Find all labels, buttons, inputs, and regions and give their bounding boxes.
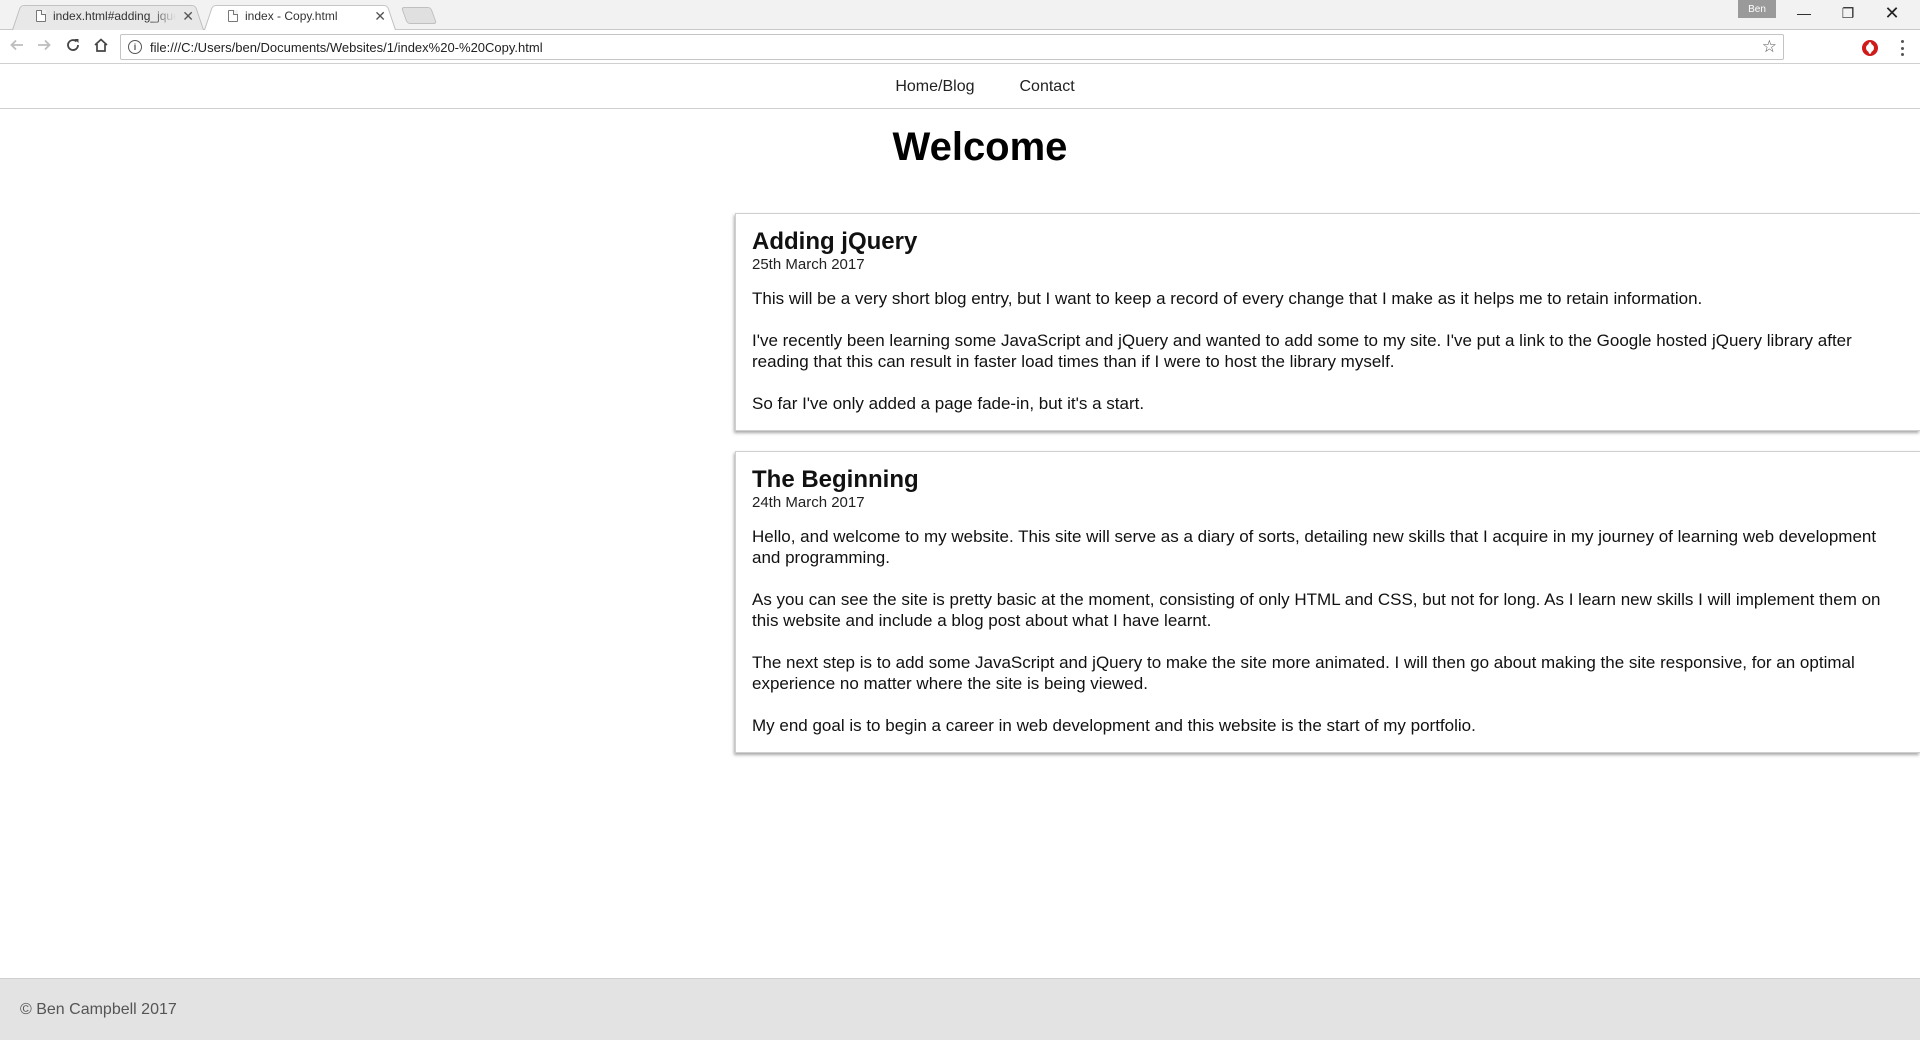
site-navigation: Home/Blog Contact [0, 65, 1920, 109]
forward-button[interactable] [32, 35, 56, 59]
close-window-button[interactable]: ✕ [1870, 0, 1914, 26]
tab-strip: index.html#adding_jquery ✕ index - Copy.… [0, 0, 1920, 30]
tab-index-adding-jquery[interactable]: index.html#adding_jquery ✕ [12, 2, 204, 30]
blog-post: Adding jQuery 25th March 2017 This will … [735, 213, 1920, 431]
back-button[interactable] [5, 35, 29, 59]
copyright-text: © Ben Campbell 2017 [20, 1000, 177, 1018]
post-paragraph: Hello, and welcome to my website. This s… [752, 527, 1877, 567]
post-title: The Beginning [752, 466, 919, 493]
post-date: 25th March 2017 [752, 256, 865, 273]
info-icon[interactable]: i [128, 40, 142, 54]
star-icon[interactable]: ☆ [1762, 37, 1777, 57]
site-footer: © Ben Campbell 2017 [0, 978, 1920, 1040]
page-icon [228, 10, 238, 22]
opera-icon[interactable] [1862, 40, 1878, 56]
post-paragraph: So far I've only added a page fade-in, b… [752, 394, 1145, 413]
tab-index-copy[interactable]: index - Copy.html ✕ [204, 2, 396, 30]
nav-link-contact[interactable]: Contact [1020, 78, 1075, 96]
post-paragraph: As you can see the site is pretty basic … [752, 590, 1881, 630]
reload-button[interactable] [61, 35, 85, 59]
minimize-button[interactable]: — [1782, 0, 1826, 26]
browser-window: index.html#adding_jquery ✕ index - Copy.… [0, 0, 1920, 1040]
page-heading-container: Welcome [0, 125, 1920, 170]
page-viewport: Home/Blog Contact Welcome Adding jQuery … [0, 65, 1920, 1040]
post-title: Adding jQuery [752, 228, 918, 255]
tab-close-icon[interactable]: ✕ [182, 9, 194, 23]
blog-posts: Adding jQuery 25th March 2017 This will … [735, 213, 1920, 773]
tab-title: index - Copy.html [245, 9, 338, 23]
nav-link-home-blog[interactable]: Home/Blog [895, 78, 974, 96]
blog-post: The Beginning 24th March 2017 Hello, and… [735, 451, 1920, 753]
post-paragraph: I've recently been learning some JavaScr… [752, 331, 1852, 371]
menu-dots-icon[interactable] [1896, 38, 1908, 58]
post-paragraph: This will be a very short blog entry, bu… [752, 289, 1703, 308]
reload-icon [65, 37, 81, 58]
home-button[interactable] [89, 35, 113, 59]
arrow-left-icon [9, 37, 25, 58]
new-tab-button[interactable] [400, 7, 438, 24]
restore-button[interactable]: ❐ [1826, 0, 1870, 26]
browser-toolbar: i file:///C:/Users/ben/Documents/Website… [0, 30, 1920, 64]
post-paragraph: My end goal is to begin a career in web … [752, 716, 1476, 735]
arrow-right-icon [36, 37, 52, 58]
address-url[interactable]: file:///C:/Users/ben/Documents/Websites/… [150, 40, 1762, 55]
tab-close-icon[interactable]: ✕ [374, 9, 386, 23]
address-bar[interactable]: i file:///C:/Users/ben/Documents/Website… [120, 34, 1784, 60]
post-paragraph: The next step is to add some JavaScript … [752, 653, 1855, 693]
tab-title: index.html#adding_jquery [53, 9, 177, 23]
page-title: Welcome [892, 125, 1068, 169]
profile-button[interactable]: Ben [1738, 0, 1776, 18]
home-icon [93, 37, 109, 58]
post-date: 24th March 2017 [752, 494, 865, 511]
page-icon [36, 10, 46, 22]
